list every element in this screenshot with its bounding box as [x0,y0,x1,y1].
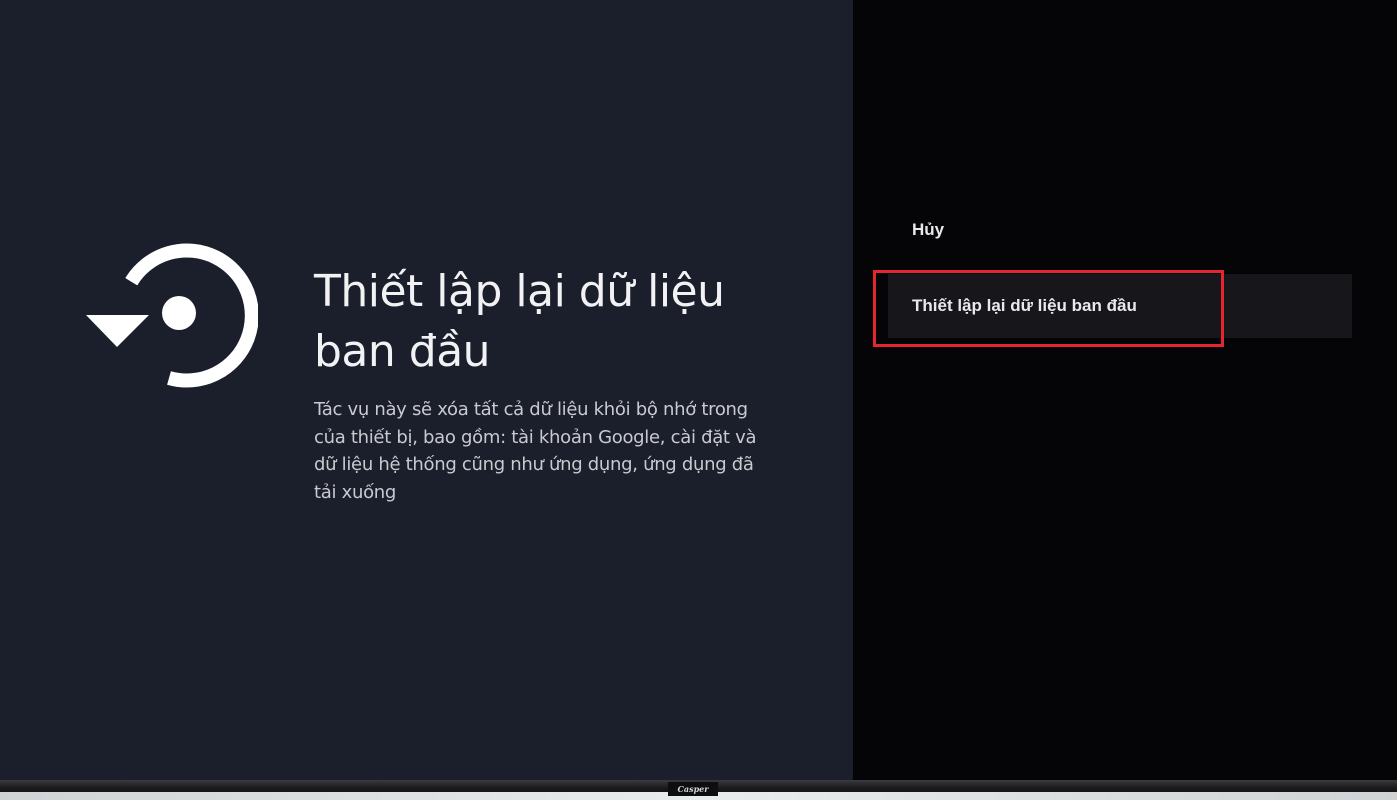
tv-screen: Thiết lập lại dữ liệu ban đầu Tác vụ này… [0,0,1397,780]
action-panel: Hủy Thiết lập lại dữ liệu ban đầu [853,0,1397,780]
factory-reset-button[interactable]: Thiết lập lại dữ liệu ban đầu [888,274,1352,338]
action-menu: Hủy Thiết lập lại dữ liệu ban đầu [853,0,1397,780]
factory-reset-button-label: Thiết lập lại dữ liệu ban đầu [912,296,1137,315]
cancel-button-label: Hủy [912,220,945,239]
cancel-button[interactable]: Hủy [888,212,1352,248]
factory-reset-icon [86,243,258,388]
page-title: Thiết lập lại dữ liệu ban đầu [314,266,725,377]
brand-logo: Casper [668,782,718,796]
page-description: Tác vụ này sẽ xóa tất cả dữ liệu khỏi bộ… [314,399,757,503]
info-panel: Thiết lập lại dữ liệu ban đầu Tác vụ này… [0,0,853,780]
